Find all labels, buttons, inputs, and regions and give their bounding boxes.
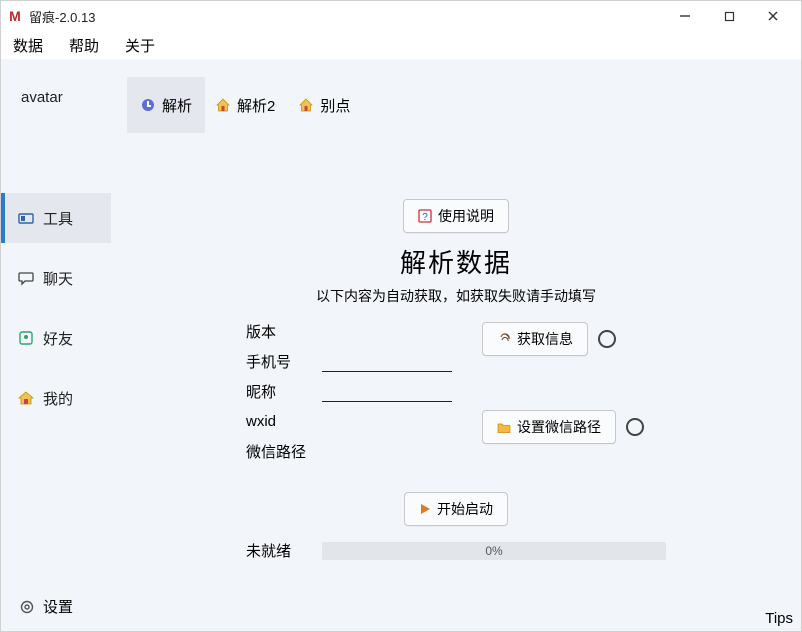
sidebar-item-label: 聊天 [43, 268, 73, 289]
main-row: avatar 工具 聊天 好友 [1, 59, 801, 631]
get-info-radio[interactable] [598, 330, 616, 348]
tab-label: 别点 [320, 95, 350, 116]
close-button[interactable] [751, 2, 795, 30]
tabbar: 解析 解析2 别点 [127, 77, 363, 133]
panel-subtitle: 以下内容为自动获取，如获取失败请手动填写 [316, 286, 596, 306]
menu-help[interactable]: 帮助 [63, 33, 105, 58]
sidebar-item-label: 好友 [43, 328, 73, 349]
maximize-icon [724, 11, 735, 22]
parse-panel: ? 使用说明 解析数据 以下内容为自动获取，如获取失败请手动填写 版本 手机号 [111, 199, 801, 561]
menubar: 数据 帮助 关于 [1, 31, 801, 59]
get-info-button[interactable]: 获取信息 [482, 322, 588, 356]
get-info-button-label: 获取信息 [517, 329, 573, 349]
friends-icon [17, 329, 35, 347]
content: 解析 解析2 别点 ? [111, 59, 801, 631]
progress-row: 未就绪 0% [246, 540, 666, 561]
tools-icon [17, 209, 35, 227]
play-icon [419, 503, 431, 515]
fingerprint-icon [497, 332, 511, 346]
label-wxid: wxid [246, 413, 322, 430]
minimize-icon [679, 10, 691, 22]
chat-icon [17, 269, 35, 287]
set-path-button[interactable]: 设置微信路径 [482, 410, 616, 444]
form-right-column: 获取信息 设置微信路径 [482, 316, 644, 444]
parse-icon [140, 97, 156, 113]
set-path-button-label: 设置微信路径 [517, 417, 601, 437]
client-area: avatar 工具 聊天 好友 [1, 59, 801, 631]
label-wechat-path: 微信路径 [246, 441, 322, 462]
home-icon [17, 389, 35, 407]
help-icon: ? [418, 209, 432, 223]
input-phone[interactable] [322, 350, 452, 372]
close-icon [767, 10, 779, 22]
svg-text:?: ? [422, 212, 428, 223]
status-label: 未就绪 [246, 540, 306, 561]
home-icon [298, 97, 314, 113]
sidebar-item-chat[interactable]: 聊天 [1, 253, 111, 303]
window-title: 留痕-2.0.13 [29, 7, 95, 26]
label-nickname: 昵称 [246, 381, 322, 402]
sidebar: avatar 工具 聊天 好友 [1, 59, 111, 631]
form: 版本 手机号 昵称 wxid 微信路径 [246, 316, 666, 466]
sidebar-item-tools[interactable]: 工具 [1, 193, 111, 243]
folder-icon [497, 420, 511, 434]
window-controls [663, 2, 795, 30]
menu-about[interactable]: 关于 [119, 33, 161, 58]
tab-dont-click[interactable]: 别点 [285, 77, 363, 133]
sidebar-item-label: 我的 [43, 388, 73, 409]
sidebar-item-label: 工具 [43, 208, 73, 229]
gear-icon [19, 599, 35, 615]
menu-data[interactable]: 数据 [7, 33, 49, 58]
set-path-radio[interactable] [626, 418, 644, 436]
sidebar-item-mine[interactable]: 我的 [1, 373, 111, 423]
usage-button[interactable]: ? 使用说明 [403, 199, 509, 233]
panel-title: 解析数据 [400, 243, 512, 280]
sidebar-item-settings[interactable]: 设置 [1, 596, 111, 617]
usage-button-label: 使用说明 [438, 206, 494, 226]
avatar-label: avatar [1, 69, 111, 117]
start-button[interactable]: 开始启动 [404, 492, 508, 526]
minimize-button[interactable] [663, 2, 707, 30]
progress-bar: 0% [322, 542, 666, 560]
tab-label: 解析2 [237, 95, 275, 116]
tab-parse2[interactable]: 解析2 [205, 77, 285, 133]
tips-label[interactable]: Tips [765, 610, 793, 627]
tab-label: 解析 [162, 95, 192, 116]
maximize-button[interactable] [707, 2, 751, 30]
label-version: 版本 [246, 321, 322, 342]
tab-parse[interactable]: 解析 [127, 77, 205, 133]
app-icon: M [7, 8, 23, 24]
sidebar-settings-label: 设置 [43, 596, 73, 617]
sidebar-item-friends[interactable]: 好友 [1, 313, 111, 363]
titlebar: M 留痕-2.0.13 [1, 1, 801, 31]
progress-text: 0% [485, 544, 502, 558]
input-nickname[interactable] [322, 380, 452, 402]
label-phone: 手机号 [246, 351, 322, 372]
home-icon [215, 97, 231, 113]
start-button-label: 开始启动 [437, 499, 493, 519]
